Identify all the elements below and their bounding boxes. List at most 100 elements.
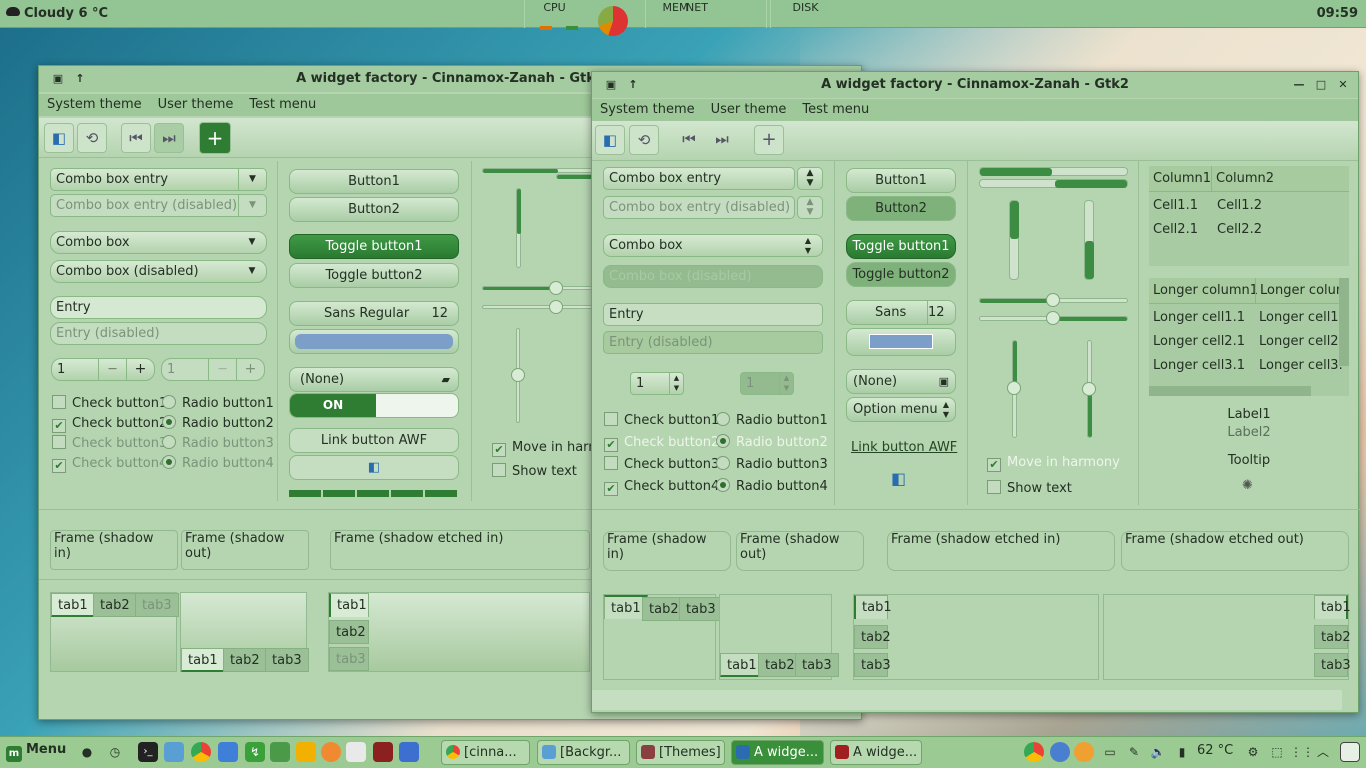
spinner-arrows-icon[interactable]: ▲ ▼ [669,373,683,394]
button-2[interactable]: Button2 [289,197,459,222]
file-chooser[interactable]: (None) ▣ [846,369,956,394]
h-scale-2[interactable] [482,305,600,309]
gtk2-titlebar[interactable]: ▣ ↑ A widget factory - Cinnamox-Zanah - … [592,72,1358,98]
color-button[interactable] [846,328,956,356]
app-icon[interactable]: ◧ [891,469,906,488]
chevron-down-icon[interactable]: ▼ [238,169,266,190]
cheese-icon[interactable] [296,742,316,762]
clock[interactable]: 09:59 [1317,6,1358,21]
scale-knob[interactable] [549,300,563,314]
column-header[interactable]: Longer column1 [1153,278,1258,304]
tab-2[interactable]: tab2 [854,625,891,649]
plus-icon[interactable]: + [126,359,154,380]
firefox-icon[interactable] [1074,742,1094,762]
gimp-icon[interactable] [373,742,393,762]
chevron-up-icon[interactable]: ︿ [1313,742,1333,762]
menu-test[interactable]: Test menu [241,94,324,116]
tab-1[interactable]: tab1 [181,648,225,672]
net-monitor[interactable]: NET [686,0,767,28]
camera-icon[interactable] [399,742,419,762]
spin-button[interactable]: 1 ▲ ▼ [630,372,684,395]
switch[interactable]: ON [289,393,459,418]
minimize-icon[interactable]: — [1292,72,1306,98]
table-row[interactable]: Cell1.1 Cell1.2 [1149,194,1349,218]
skip-back-icon[interactable]: ⏮ [674,125,704,155]
network-icon[interactable]: ⬚ [1267,742,1287,762]
skip-back-icon[interactable]: ⏮ [121,123,151,153]
skip-forward-icon[interactable]: ⏭ [707,125,737,155]
radio-button-3[interactable]: Radio button3 [716,456,828,474]
task-themes[interactable]: [Themes] [636,740,725,765]
check-button-2[interactable]: ✔ Check button2 [52,415,167,433]
column-header[interactable]: Column2 [1211,166,1274,192]
radio-button-2[interactable]: Radio button2 [716,434,828,452]
tab-3[interactable]: tab3 [679,597,723,621]
entry-field[interactable]: Entry [603,303,823,326]
pin-icon[interactable]: ↑ [73,66,87,92]
radio-button-1[interactable]: Radio button1 [162,395,274,413]
color-button[interactable] [289,329,459,354]
toggle-button-1[interactable]: Toggle button1 [289,234,459,259]
spin-button[interactable]: 1 — + [51,358,155,381]
entry-field[interactable]: Entry [50,296,267,319]
menu-button[interactable]: m Menu [6,742,66,762]
column-header[interactable]: Column1 [1153,166,1211,192]
display-icon[interactable]: ▭ [1100,742,1120,762]
check-button-1[interactable]: Check button1 [52,395,167,413]
spinner-arrows-icon[interactable]: ▲ ▼ [797,167,823,190]
toggle-button-2[interactable]: Toggle button2 [289,263,459,288]
table-row[interactable]: Longer cell1.1 Longer cell1. [1149,306,1349,330]
radio-button-2[interactable]: Radio button2 [162,415,274,433]
tree-view-2[interactable]: Longer column1 Longer colun Longer cell1.… [1149,278,1349,396]
scale-knob[interactable] [1046,311,1060,325]
toolbar-app-icon[interactable]: ◧ [44,123,74,153]
disk-monitor[interactable]: DISK [770,0,840,28]
table-row[interactable]: Cell2.1 Cell2.2 [1149,218,1349,242]
mail-icon[interactable] [218,742,238,762]
button-1[interactable]: Button1 [846,168,956,193]
menu-user-theme[interactable]: User theme [150,94,242,116]
move-in-harmony-check[interactable]: ✔ Move in harm [492,439,601,457]
tab-2[interactable]: tab2 [1314,625,1351,649]
h-scale-1[interactable] [482,286,600,290]
tab-3[interactable]: tab3 [1314,653,1351,677]
pidgin-icon[interactable]: ↯ [245,742,265,762]
check-button-3[interactable]: Check button3 [604,456,719,474]
tab-3[interactable]: tab3 [135,593,179,617]
weather-applet[interactable]: Cloudy 6 °C [6,6,108,21]
show-text-check[interactable]: Show text [987,480,1072,498]
combo-box[interactable]: Combo box ▼ [50,231,267,254]
link-button[interactable]: Link button AWF [289,428,459,453]
combo-box[interactable]: Combo box ▲ ▼ [603,234,823,257]
add-icon[interactable]: + [754,125,784,155]
table-row[interactable]: Longer cell3.1 Longer cell3. [1149,354,1349,378]
scale-knob[interactable] [511,368,525,382]
tab-1[interactable]: tab1 [51,593,95,617]
button-2[interactable]: Button2 [846,196,956,221]
link-button[interactable]: Link button AWF [851,440,957,455]
column-header[interactable]: Longer colun [1255,278,1344,304]
pen-icon[interactable]: ✎ [1124,742,1144,762]
task-backgrounds[interactable]: [Backgr... [537,740,630,765]
globe-icon[interactable] [1050,742,1070,762]
clock-icon[interactable]: ◷ [105,742,125,762]
radio-button-4[interactable]: Radio button4 [716,478,828,496]
table-row[interactable]: Longer cell2.1 Longer cell2. [1149,330,1349,354]
folder-icon[interactable] [164,742,184,762]
window-menu-icon[interactable]: ▣ [604,72,618,98]
task-widget-gtk3[interactable]: A widge... [731,740,824,765]
search-icon[interactable] [346,742,366,762]
scale-knob[interactable] [1046,293,1060,307]
combo-entry[interactable]: Combo box entry ▼ [50,168,267,191]
battery-icon[interactable]: ▮ [1172,742,1192,762]
add-icon[interactable]: + [199,122,231,154]
menu-user-theme[interactable]: User theme [703,99,795,121]
show-text-check[interactable]: Show text [492,463,577,481]
window-menu-icon[interactable]: ▣ [51,66,65,92]
move-in-harmony-check[interactable]: ✔ Move in harmony [987,454,1120,472]
chrome-tray-icon[interactable] [1024,742,1044,762]
close-icon[interactable]: ✕ [1336,72,1350,98]
check-button-4[interactable]: ✔ Check button4 [604,478,719,496]
tools-icon[interactable] [270,742,290,762]
workspace-grid-icon[interactable]: ⋮⋮ [1290,742,1314,762]
